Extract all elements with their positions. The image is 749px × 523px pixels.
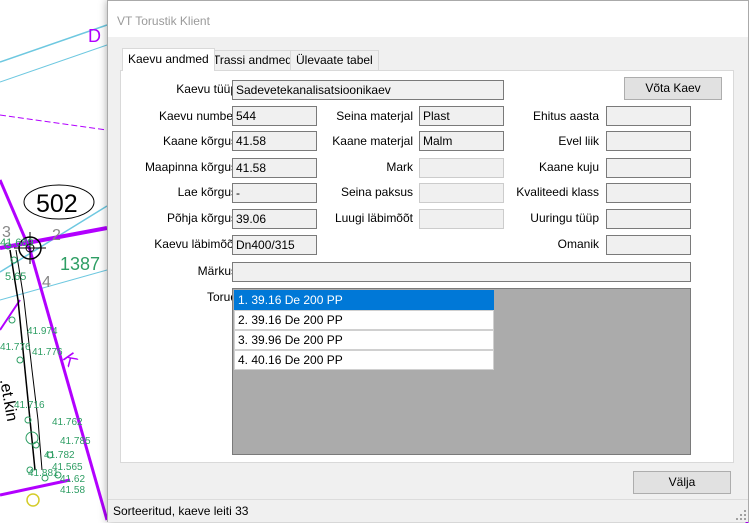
map-label: 41.776 xyxy=(32,347,63,358)
seina-materjal-label: Seina materjal xyxy=(336,109,413,123)
map-label: 4 xyxy=(42,274,51,291)
torud-listbox[interactable]: 1. 39.16 De 200 PP 2. 39.16 De 200 PP 3.… xyxy=(232,288,691,455)
seina-paksus-label: Seina paksus xyxy=(340,185,413,199)
map-label: 41.881 xyxy=(28,468,59,479)
vota-kaev-button[interactable]: Võta Kaev xyxy=(624,77,722,100)
evel-liik-field[interactable] xyxy=(606,131,691,151)
tab-kaevu-andmed[interactable]: Kaevu andmed xyxy=(122,48,215,71)
kaane-materjal-label: Kaane materjal xyxy=(332,134,413,148)
kaevu-number-label: Kaevu number xyxy=(158,109,237,123)
torud-list-item[interactable]: 4. 40.16 De 200 PP xyxy=(234,350,494,370)
kaevu-tuup-label: Kaevu tüüp xyxy=(176,82,237,96)
map-label: 41.62 xyxy=(60,474,85,485)
torud-list-item[interactable]: 3. 39.96 De 200 PP xyxy=(234,330,494,350)
map-label: 41.776 xyxy=(0,342,31,353)
torud-list-item[interactable]: 1. 39.16 De 200 PP xyxy=(234,290,494,310)
lae-korgus-label: Lae kõrgus xyxy=(177,185,237,199)
kaane-korgus-field[interactable]: 41.58 xyxy=(232,131,317,151)
maapinna-korgus-label: Maapinna kõrgus xyxy=(144,160,237,174)
map-label: 41.762 xyxy=(52,417,83,428)
window-title: VT Torustik Klient xyxy=(117,14,210,28)
tab-trassi-andmed[interactable]: Trassi andmed xyxy=(207,50,298,70)
kvaliteedi-klass-field[interactable] xyxy=(606,183,691,203)
luugi-labimoot-label: Luugi läbimõõt xyxy=(334,211,413,225)
seina-materjal-field[interactable]: Plast xyxy=(419,106,504,126)
map-label: 5.65 xyxy=(5,271,26,283)
omanik-label: Omanik xyxy=(557,237,599,251)
kaane-kuju-label: Kaane kuju xyxy=(538,160,599,174)
ehitus-aasta-field[interactable] xyxy=(606,106,691,126)
status-bar: Sorteeritud, kaeve leiti 33 xyxy=(108,499,748,522)
kaevu-labimoot-field[interactable]: Dn400/315 xyxy=(232,235,317,255)
map-label: D xyxy=(88,26,101,46)
map-label: 1387 xyxy=(60,254,100,274)
map-label: 41.689 xyxy=(0,237,34,249)
resize-grip-icon[interactable] xyxy=(736,510,746,520)
luugi-labimoot-field[interactable] xyxy=(419,209,504,229)
uuringu-tuup-label: Uuringu tüüp xyxy=(530,211,599,225)
valja-button[interactable]: Välja xyxy=(633,471,731,494)
kaevu-andmed-panel: Kaevu tüüp Sadevetekanalisatsioonikaev V… xyxy=(120,70,734,463)
map-label: 41.782 xyxy=(44,450,75,461)
ehitus-aasta-label: Ehitus aasta xyxy=(532,109,599,123)
omanik-field[interactable] xyxy=(606,235,691,255)
kaane-korgus-label: Kaane kõrgus xyxy=(162,134,237,148)
markus-field[interactable] xyxy=(232,262,691,282)
maapinna-korgus-field[interactable]: 41.58 xyxy=(232,158,317,178)
map-label: 41.785 xyxy=(60,436,91,447)
uuringu-tuup-field[interactable] xyxy=(606,209,691,229)
evel-liik-label: Evel liik xyxy=(558,134,599,148)
mark-field[interactable] xyxy=(419,158,504,178)
kaevu-number-field[interactable]: 544 xyxy=(232,106,317,126)
mark-label: Mark xyxy=(386,160,413,174)
tab-ulevaate-tabel[interactable]: Ülevaate tabel xyxy=(290,50,379,70)
pohja-korgus-label: Põhja kõrgus xyxy=(166,211,237,225)
window-titlebar[interactable]: VT Torustik Klient xyxy=(108,1,748,37)
kvaliteedi-klass-label: Kvaliteedi klass xyxy=(516,185,599,199)
map-label: 41.58 xyxy=(60,485,85,496)
kaane-materjal-field[interactable]: Malm xyxy=(419,131,504,151)
kaevu-tuup-field[interactable]: Sadevetekanalisatsioonikaev xyxy=(232,80,504,100)
status-text: Sorteeritud, kaeve leiti 33 xyxy=(113,504,249,518)
kaane-kuju-field[interactable] xyxy=(606,158,691,178)
lae-korgus-field[interactable]: - xyxy=(232,183,317,203)
vt-torustik-window: VT Torustik Klient Kaevu andmed Trassi a… xyxy=(107,0,749,522)
seina-paksus-field[interactable] xyxy=(419,183,504,203)
parcel-number: 502 xyxy=(36,190,78,218)
pohja-korgus-field[interactable]: 39.06 xyxy=(232,209,317,229)
map-label: 2 xyxy=(52,227,61,244)
torud-list-item[interactable]: 2. 39.16 De 200 PP xyxy=(234,310,494,330)
map-label: 41.974 xyxy=(27,326,58,337)
kaevu-labimoot-label: Kaevu läbimõõt xyxy=(154,237,237,251)
